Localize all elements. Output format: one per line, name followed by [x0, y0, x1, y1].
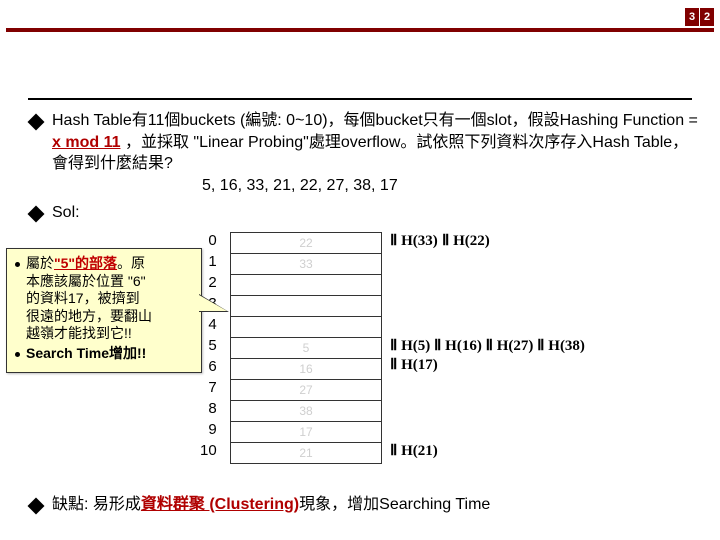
solution-label: Sol:	[52, 202, 698, 224]
bullet-icon	[28, 114, 45, 131]
h38: Ⅱ H(38)	[537, 338, 585, 354]
index-7: 7	[200, 377, 217, 398]
data-sequence: 5, 16, 33, 21, 22, 27, 38, 17	[202, 177, 398, 194]
bucket-4	[231, 317, 381, 338]
bucket-3	[231, 296, 381, 317]
bullet-icon	[28, 206, 45, 223]
h5: Ⅱ H(5)	[390, 338, 434, 354]
bucket-10: 21	[231, 443, 381, 464]
index-6: 6	[200, 356, 217, 377]
callout-box: 屬於"5"的部落。原 本應該屬於位置 "6" 的資料17，被擠到 很遠的地方，要…	[6, 248, 202, 373]
hash-label-row6: Ⅱ H(17)	[390, 355, 438, 374]
divider	[28, 98, 692, 100]
bucket-5: 5	[231, 338, 381, 359]
conclusion-text: 缺點: 易形成資料群聚 (Clustering)現象，增加Searching T…	[52, 494, 698, 516]
callout-text-2: Search Time增加!!	[26, 345, 146, 363]
page-number: 3 2	[684, 8, 714, 26]
problem-pre: Hash Table有11個buckets (編號: 0~10)，每個bucke…	[52, 112, 698, 129]
callout-item-1: 屬於"5"的部落。原 本應該屬於位置 "6" 的資料17，被擠到 很遠的地方，要…	[15, 255, 193, 343]
clustering-term: 資料群聚 (Clustering)	[141, 496, 299, 513]
callout-item-2: Search Time增加!!	[15, 345, 193, 363]
slide-top-bar	[6, 28, 714, 32]
bucket-7: 27	[231, 380, 381, 401]
bucket-6: 16	[231, 359, 381, 380]
index-column: 0 1 2 3 4 5 6 7 8 9 10	[200, 230, 217, 461]
h27: Ⅱ H(27)	[486, 338, 538, 354]
index-2: 2	[200, 272, 217, 293]
h22: Ⅱ H(22)	[442, 233, 490, 249]
h33: Ⅱ H(33)	[390, 233, 438, 249]
bullet-dot-icon	[15, 352, 20, 357]
page-number-tens: 3	[685, 8, 699, 26]
conclusion-bullet: 缺點: 易形成資料群聚 (Clustering)現象，增加Searching T…	[30, 494, 698, 522]
problem-post: ，並採取 "Linear Probing"處理overflow。試依照下列資料次…	[52, 134, 688, 173]
solution-bullet: Sol:	[30, 202, 698, 224]
index-5: 5	[200, 335, 217, 356]
index-0: 0	[200, 230, 217, 251]
hash-label-row5: Ⅱ H(5) Ⅱ H(16) Ⅱ H(27) Ⅱ H(38)	[390, 336, 585, 355]
bucket-8: 38	[231, 401, 381, 422]
h17: Ⅱ H(17)	[390, 357, 438, 373]
bucket-9: 17	[231, 422, 381, 443]
hash-label-row0: Ⅱ H(33) Ⅱ H(22)	[390, 231, 490, 250]
bullet-icon	[28, 498, 45, 515]
index-4: 4	[200, 314, 217, 335]
problem-statement: Hash Table有11個buckets (編號: 0~10)，每個bucke…	[30, 110, 698, 196]
bucket-table: 22 33 5 16 27 38 17 21	[230, 232, 382, 464]
h21: Ⅱ H(21)	[390, 443, 438, 459]
bucket-0: 22	[231, 233, 381, 254]
index-1: 1	[200, 251, 217, 272]
problem-text: Hash Table有11個buckets (編號: 0~10)，每個bucke…	[52, 110, 698, 196]
index-9: 9	[200, 419, 217, 440]
bullet-dot-icon	[15, 262, 20, 267]
index-10: 10	[200, 440, 217, 461]
hash-function: x mod 11	[52, 134, 120, 151]
callout-text-1: 屬於"5"的部落。原 本應該屬於位置 "6" 的資料17，被擠到 很遠的地方，要…	[26, 255, 152, 343]
hash-label-row10: Ⅱ H(21)	[390, 441, 438, 460]
page-number-ones: 2	[700, 8, 714, 26]
bucket-2	[231, 275, 381, 296]
h16: Ⅱ H(16)	[434, 338, 486, 354]
index-8: 8	[200, 398, 217, 419]
bucket-1: 33	[231, 254, 381, 275]
